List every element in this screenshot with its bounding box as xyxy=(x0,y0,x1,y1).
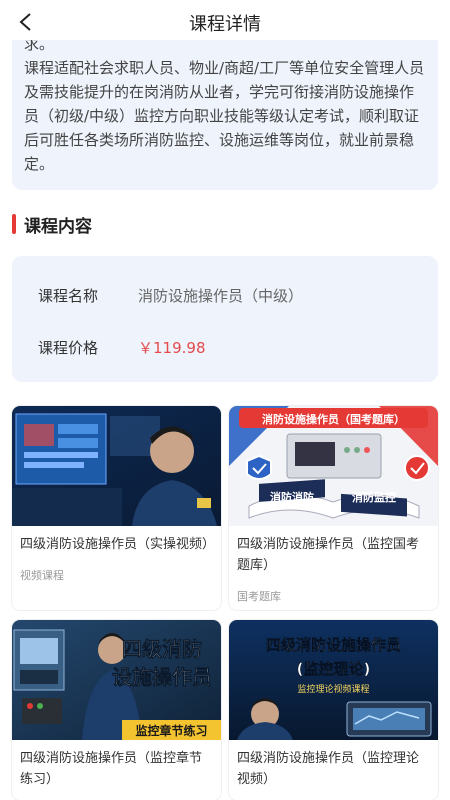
card-title: 四级消防设施操作员（监控国考题库） xyxy=(237,537,420,573)
card-category: 视频课程 xyxy=(20,569,64,582)
chapter-practice-image: 四级消防 设施操作员 监控章节练习 xyxy=(12,620,221,740)
card-category: 国考题库 xyxy=(237,590,281,603)
course-card-monitoring-question-bank[interactable]: 消防设施操作员（国考题库） 消防消防 消防监控 四级消防设施操作员（监控国考题库… xyxy=(229,406,438,610)
question-bank-image: 消防设施操作员（国考题库） 消防消防 消防监控 xyxy=(229,406,438,526)
course-price-row: 课程价格 ￥119.98 xyxy=(38,335,206,359)
course-price-value: ￥119.98 xyxy=(138,338,206,357)
intro-cut-line: 求。 xyxy=(24,40,55,53)
card-title: 四级消防设施操作员（监控理论视频） xyxy=(237,751,420,787)
course-card-theory-video[interactable]: 四级消防设施操作员 (监控理论) 监控理论视频课程 四级消防设施操作员（监控理论… xyxy=(229,620,438,800)
course-intro-card: 求。 课程适配社会求职人员、物业/商超/工厂等单位安全管理人员及需技能提升的在岗… xyxy=(12,40,438,190)
image-tag-text: 监控章节练习 xyxy=(135,723,207,738)
course-name-row: 课程名称 消防设施操作员（中级） xyxy=(38,283,303,307)
card-title: 四级消防设施操作员（监控章节练习） xyxy=(20,751,203,787)
image-sub-text: 监控理论视频课程 xyxy=(297,683,369,695)
theory-video-image: 四级消防设施操作员 (监控理论) 监控理论视频课程 xyxy=(229,620,438,740)
image-left-text: 消防消防 xyxy=(270,490,314,504)
section-accent-bar xyxy=(12,214,16,234)
course-name-label: 课程名称 xyxy=(38,286,99,305)
course-card-practical-video[interactable]: 四级消防设施操作员（实操视频） 视频课程 xyxy=(12,406,221,610)
section-header: 课程内容 xyxy=(12,212,92,237)
page-title: 课程详情 xyxy=(189,14,261,35)
course-name-value: 消防设施操作员（中级） xyxy=(138,286,304,305)
image-line2-text: (监控理论) xyxy=(297,660,371,678)
intro-text: 课程适配社会求职人员、物业/商超/工厂等单位安全管理人员及需技能提升的在岗消防从… xyxy=(24,59,425,173)
top-bar: 课程详情 xyxy=(0,0,450,44)
control-room-image xyxy=(12,406,221,526)
card-thumbnail: 消防设施操作员（国考题库） 消防消防 消防监控 xyxy=(229,406,438,526)
course-price-label: 课程价格 xyxy=(38,338,99,357)
image-right-text: 消防监控 xyxy=(352,490,396,504)
image-line2-text: 设施操作员 xyxy=(112,665,212,689)
card-thumbnail: 四级消防设施操作员 (监控理论) 监控理论视频课程 xyxy=(229,620,438,740)
card-thumbnail xyxy=(12,406,221,526)
card-title: 四级消防设施操作员（实操视频） xyxy=(20,537,216,552)
image-line1-text: 四级消防 xyxy=(122,637,202,661)
section-title: 课程内容 xyxy=(24,216,92,237)
card-thumbnail: 四级消防 设施操作员 监控章节练习 xyxy=(12,620,221,740)
image-line1-text: 四级消防设施操作员 xyxy=(266,636,401,654)
course-card-chapter-practice[interactable]: 四级消防 设施操作员 监控章节练习 四级消防设施操作员（监控章节练习） xyxy=(12,620,221,800)
course-info-card: 课程名称 消防设施操作员（中级） 课程价格 ￥119.98 xyxy=(12,256,438,382)
image-banner-text: 消防设施操作员（国考题库） xyxy=(262,412,405,426)
